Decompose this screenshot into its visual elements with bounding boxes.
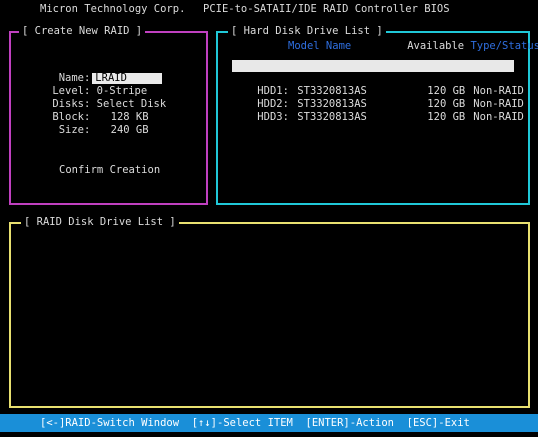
bios-header: Micron Technology Corp. PCIE-to-SATAII/I… (40, 4, 520, 26)
hdd-row-2[interactable]: HDD2: ST3320813AS 120 GB Non-RAID (232, 86, 524, 110)
key-help-statusbar: [<-]RAID-Switch Window [↑↓]-Select ITEM … (0, 414, 538, 432)
create-new-raid-panel: [ Create New RAID ] Name: LRAID Level: 0-… (9, 26, 208, 205)
size-label: Size: (58, 124, 91, 136)
hdd-panel-title: [ Hard Disk Drive List ] (228, 26, 386, 37)
hdd-model: ST3320813AS (297, 111, 367, 123)
hdd-type: Non-RAID (473, 111, 524, 123)
col-type-status: Type/Status (470, 40, 538, 52)
size-value[interactable]: 240 GB (97, 124, 149, 136)
hdd-id: HDD3: (257, 111, 289, 123)
col-available: Available (407, 40, 465, 52)
hdd-column-headers: Model Name Available Type/Status (288, 41, 538, 52)
raid-disk-drive-list-panel[interactable]: [ RAID Disk Drive List ] (9, 217, 530, 408)
hard-disk-drive-list-panel: [ Hard Disk Drive List ] Model Name Avail… (216, 26, 538, 205)
confirm-creation-button[interactable]: Confirm Creation (59, 165, 160, 176)
size-field-row[interactable]: Size: 240 GB (23, 114, 149, 147)
col-model-name: Model Name (288, 40, 352, 52)
hdd-available: 120 GB (427, 111, 466, 123)
controller-name: PCIE-to-SATAII/IDE RAID Controller BIOS (203, 3, 450, 15)
hdd-row-3[interactable]: HDD3: ST3320813AS 120 GB Non-RAID (232, 99, 524, 123)
vendor-name: Micron Technology Corp. (40, 3, 186, 15)
create-panel-title: [ Create New RAID ] (19, 26, 146, 37)
hdd-row-1[interactable]: HDD1: ST3320813AS 120 GB Non-RAID (232, 73, 524, 97)
key-help-text: [<-]RAID-Switch Window [↑↓]-Select ITEM … (40, 417, 470, 429)
hdd-row-0[interactable]: HDD0: ST3320813AS 120 GB Non-RAID (232, 60, 524, 84)
raid-panel-title: [ RAID Disk Drive List ] (21, 217, 179, 228)
